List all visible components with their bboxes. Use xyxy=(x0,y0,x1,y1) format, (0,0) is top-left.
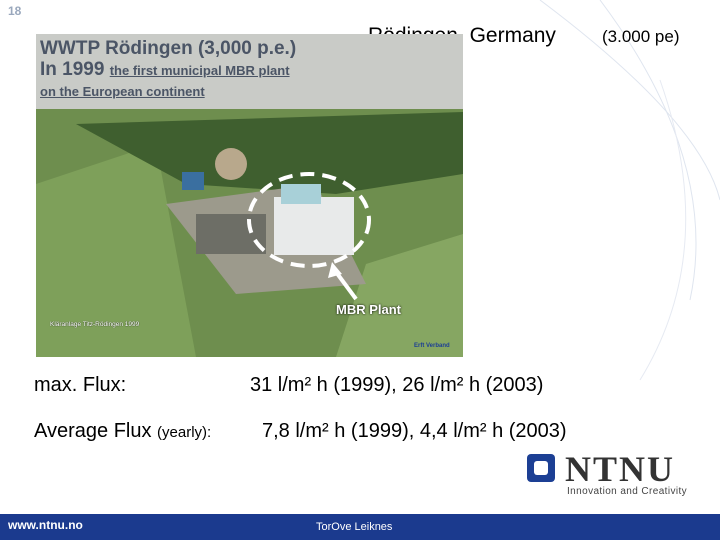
ntnu-square-icon xyxy=(527,454,555,482)
photo-logo: Erft Verband xyxy=(414,343,450,349)
average-flux-value: 7,8 l/m² h (1999), 4,4 l/m² h (2003) xyxy=(262,420,567,442)
max-flux-label: max. Flux: xyxy=(34,374,127,396)
average-flux-label: Average Flux (yearly): xyxy=(34,420,211,443)
aerial-photo: WWTP Rödingen (3,000 p.e.) In 1999 the f… xyxy=(36,34,463,357)
photo-caption: Kläranlage Titz-Rödingen 1999 xyxy=(50,321,140,328)
slide-title-population: (3.000 pe) xyxy=(602,27,680,46)
ntnu-wordmark: NTNU xyxy=(565,449,676,489)
footer-bar: www.ntnu.no TorOve Leiknes xyxy=(0,514,720,540)
average-flux-label-text: Average Flux xyxy=(34,420,152,442)
mbr-plant-label: MBR Plant xyxy=(336,302,401,317)
ntnu-tagline: Innovation and Creativity xyxy=(567,486,688,497)
ntnu-logo: NTNU Innovation and Creativity xyxy=(527,449,707,504)
max-flux-value: 31 l/m² h (1999), 26 l/m² h (2003) xyxy=(250,374,544,396)
photo-subheading-rest: the first municipal MBR plant xyxy=(109,63,290,78)
slide-number: 18 xyxy=(8,4,22,18)
footer-author: TorOve Leiknes xyxy=(316,521,393,533)
photo-year: In 1999 xyxy=(40,59,105,80)
photo-subheading: In 1999 the first municipal MBR plant xyxy=(40,59,290,81)
photo-subheading-line3: on the European continent xyxy=(40,84,205,99)
average-flux-label-period: (yearly): xyxy=(157,424,212,441)
footer-url-link[interactable]: www.ntnu.no xyxy=(8,518,83,532)
photo-heading: WWTP Rödingen (3,000 p.e.) xyxy=(40,38,297,59)
